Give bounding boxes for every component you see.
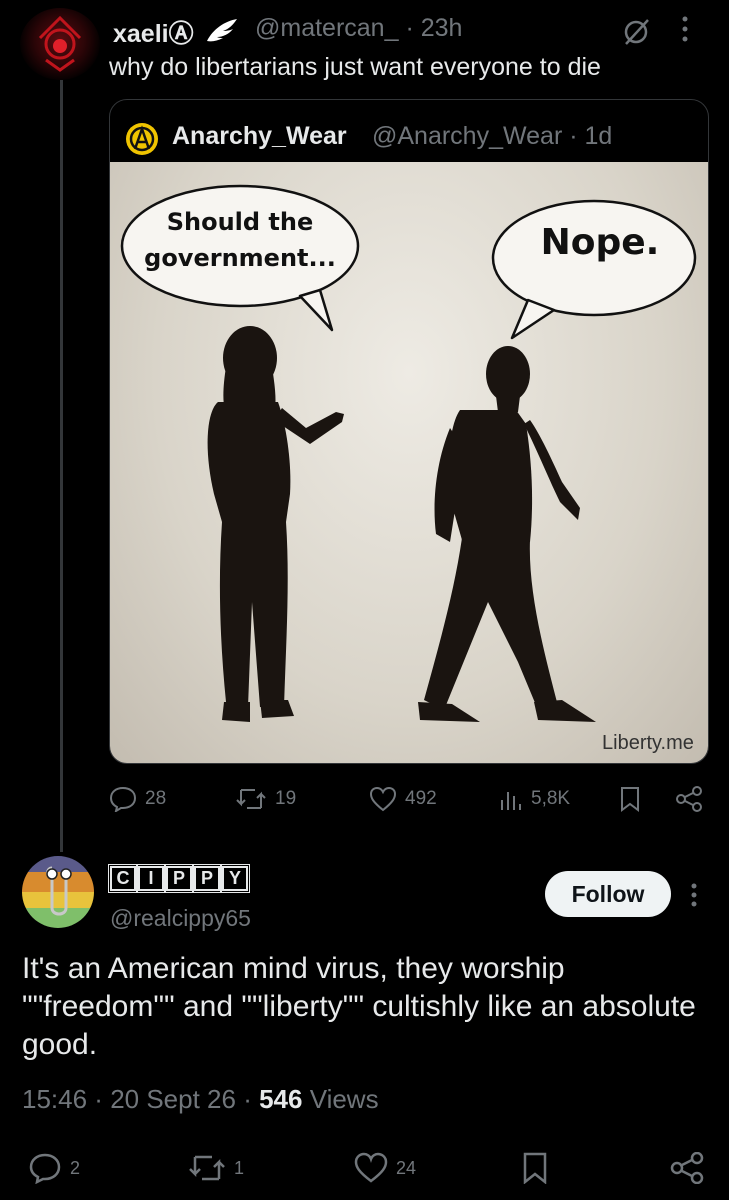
repost-count: 1	[234, 1157, 245, 1178]
bookmark-icon	[523, 1152, 547, 1184]
share-button[interactable]	[670, 1152, 704, 1184]
repost-count: 19	[275, 788, 297, 809]
more-options-icon[interactable]	[680, 14, 690, 49]
speech-bubble-left: Should the government...	[144, 208, 336, 272]
name-letter: P	[192, 864, 222, 893]
name-letter: I	[136, 864, 166, 893]
handle-text[interactable]: @matercan_	[255, 14, 399, 42]
reply-avatar[interactable]	[22, 856, 94, 928]
share-button[interactable]	[675, 786, 703, 812]
avatar[interactable]	[20, 8, 100, 80]
separator: ·	[235, 1084, 260, 1114]
bookmark-button[interactable]	[619, 786, 641, 812]
reply-icon	[109, 786, 137, 812]
reply-views-label: Views	[309, 1084, 379, 1114]
reply-meta: 15:46 · 20 Sept 26 · 546 Views	[22, 1084, 379, 1115]
quoted-author-name[interactable]: Anarchy_Wear	[172, 122, 347, 151]
reply-count: 28	[145, 788, 167, 809]
quoted-timestamp[interactable]: 1d	[585, 122, 613, 150]
reply-text: It's an American mind virus, they worshi…	[22, 952, 696, 1061]
reply-button[interactable]: 28	[109, 786, 166, 812]
thread-line	[60, 80, 63, 852]
quoted-avatar[interactable]	[126, 123, 158, 155]
heart-icon	[354, 1152, 388, 1183]
like-count: 24	[396, 1157, 417, 1178]
views-count: 5,8K	[531, 788, 571, 809]
reply-actions: 2 1 24	[22, 1150, 712, 1186]
follow-button[interactable]: Follow	[545, 871, 671, 917]
share-icon	[676, 786, 702, 812]
repost-icon	[189, 1155, 225, 1181]
watermark: Liberty.me	[602, 732, 694, 754]
grok-icon[interactable]	[622, 16, 652, 51]
separator: ·	[398, 14, 421, 42]
tweet-text: why do libertarians just want everyone t…	[109, 53, 601, 81]
reply-handle[interactable]: @realcippy65	[110, 905, 251, 932]
quoted-tweet[interactable]: Anarchy_Wear @Anarchy_Wear · 1d Should t…	[109, 99, 709, 764]
share-icon	[670, 1152, 704, 1184]
timestamp[interactable]: 23h	[421, 14, 463, 42]
repost-icon	[236, 789, 266, 809]
bookmark-button[interactable]	[522, 1152, 548, 1184]
like-count: 492	[405, 788, 437, 809]
reply-icon	[29, 1153, 61, 1184]
separator: ·	[87, 1084, 111, 1114]
quoted-image[interactable]: Should the government... Nope. Liberty.m…	[110, 162, 708, 763]
reply-date[interactable]: 20 Sept 26	[110, 1084, 236, 1114]
separator: ·	[562, 122, 585, 150]
quoted-handle-text[interactable]: @Anarchy_Wear	[372, 122, 562, 150]
wing-icon	[205, 17, 239, 48]
separator	[302, 1084, 309, 1114]
author-name[interactable]: xaeliⒶ	[113, 14, 194, 50]
quoted-handle[interactable]: @Anarchy_Wear · 1d	[372, 122, 612, 151]
reply-count: 2	[70, 1157, 81, 1178]
views-button[interactable]: 5,8K	[499, 786, 570, 812]
name-letter: Y	[220, 864, 250, 893]
views-icon	[501, 792, 521, 810]
reply-author-name[interactable]: C I P P Y	[108, 864, 250, 893]
reply-views-count: 546	[259, 1084, 303, 1114]
heart-icon	[369, 786, 397, 812]
like-button[interactable]: 492	[369, 786, 437, 812]
bookmark-icon	[621, 787, 639, 812]
more-options-icon[interactable]	[690, 882, 698, 913]
name-letter: P	[164, 864, 194, 893]
speech-bubble-right: Nope.	[540, 222, 660, 263]
tweet-actions: 28 19 492 5,8K	[109, 786, 709, 812]
name-letter: C	[108, 864, 138, 893]
reply-button[interactable]: 2	[28, 1152, 80, 1184]
like-button[interactable]: 24	[354, 1152, 416, 1184]
reply-time[interactable]: 15:46	[22, 1084, 87, 1114]
repost-button[interactable]: 1	[188, 1152, 244, 1184]
handle[interactable]: @matercan_ · 23h	[255, 14, 462, 43]
repost-button[interactable]: 19	[235, 786, 296, 812]
